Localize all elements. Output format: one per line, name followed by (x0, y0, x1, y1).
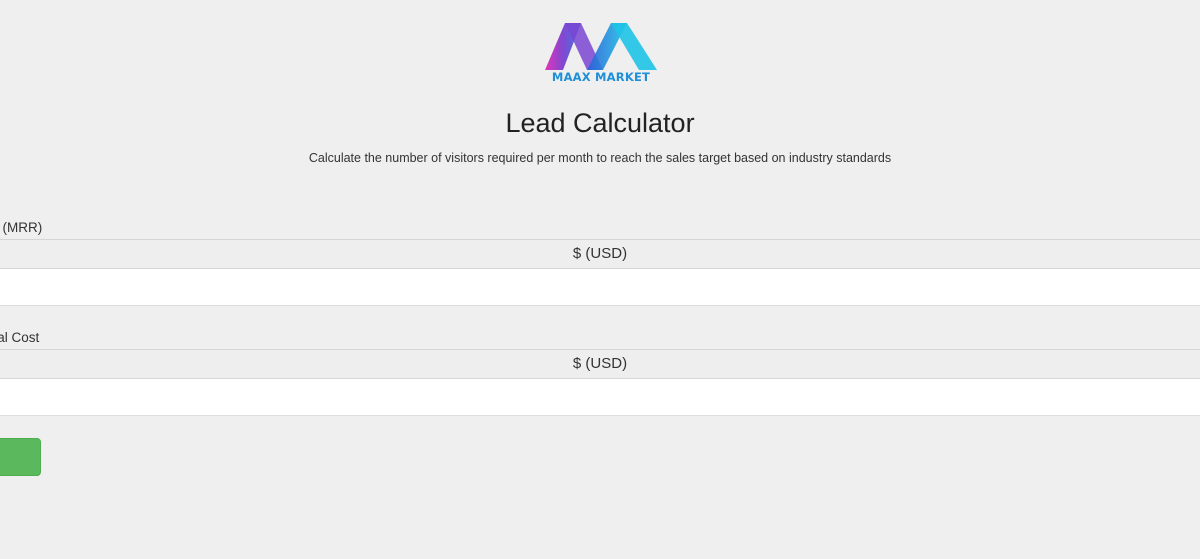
logo-text: MAAX MARKET (551, 70, 651, 84)
deal-cost-label: Deal Cost (0, 330, 40, 345)
calculate-button[interactable]: late (0, 438, 41, 476)
page-title: Lead Calculator (505, 108, 695, 138)
page-subtitle: Calculate the number of visitors require… (308, 151, 892, 165)
sales-target-input[interactable] (0, 269, 1200, 306)
logo-mark-icon (545, 23, 657, 70)
currency-addon: $ (USD) (0, 239, 1200, 269)
sales-target-label: get (MRR) (0, 220, 43, 235)
maax-market-logo: MAAX MARKET (543, 20, 659, 86)
deal-cost-input[interactable] (0, 379, 1200, 416)
currency-addon: $ (USD) (0, 349, 1200, 379)
